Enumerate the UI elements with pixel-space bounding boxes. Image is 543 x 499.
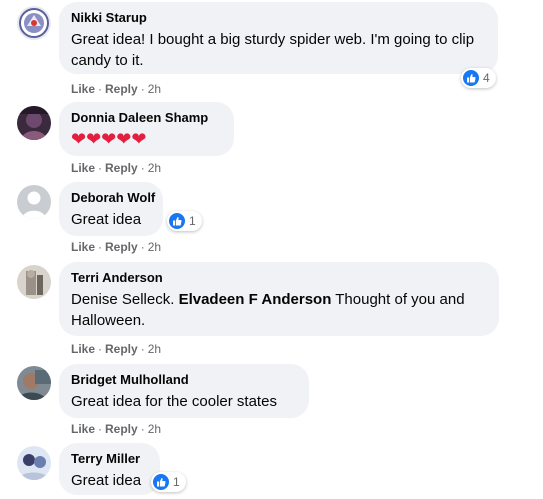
separator: · [98, 161, 103, 175]
avatar-image [17, 6, 51, 40]
separator: · [140, 422, 145, 436]
reply-link[interactable]: Reply [105, 82, 138, 96]
reaction-number: 1 [173, 475, 180, 489]
avatar[interactable] [17, 6, 51, 40]
separator: · [98, 422, 103, 436]
separator: · [140, 82, 145, 96]
reaction-number: 4 [483, 71, 490, 85]
avatar[interactable] [17, 366, 51, 400]
avatar[interactable] [17, 265, 51, 299]
comment-bubble: Deborah Wolf Great idea [59, 182, 163, 236]
separator: · [98, 82, 103, 96]
comment-actions: Like · Reply · 2h [71, 239, 161, 255]
separator: · [98, 240, 103, 254]
separator: · [140, 161, 145, 175]
timestamp[interactable]: 2h [148, 422, 161, 436]
like-link[interactable]: Like [71, 342, 95, 356]
avatar-image [17, 366, 51, 400]
timestamp[interactable]: 2h [148, 161, 161, 175]
thumbs-up-icon [169, 213, 185, 229]
comment-actions: Like · Reply · 2h [71, 81, 161, 97]
comment-text: Great idea! I bought a big sturdy spider… [71, 31, 475, 69]
comment-author[interactable]: Deborah Wolf [71, 190, 155, 206]
comment-author[interactable]: Terri Anderson [71, 270, 487, 286]
comment-bubble: Terri Anderson Denise Selleck. Elvadeen … [59, 262, 499, 336]
avatar-image [17, 265, 51, 299]
like-link[interactable]: Like [71, 161, 95, 175]
comment-text: Great idea for the cooler states [71, 393, 277, 410]
separator: · [140, 342, 145, 356]
comment-text: Denise Selleck. Elvadeen F Anderson Thou… [71, 289, 487, 331]
reaction-number: 1 [189, 214, 196, 228]
heart-emojis: ❤❤❤❤❤ [71, 129, 147, 149]
reaction-count[interactable]: 1 [167, 211, 202, 231]
comment-author[interactable]: Nikki Starup [71, 10, 486, 26]
comment-author[interactable]: Bridget Mulholland [71, 372, 297, 388]
reply-link[interactable]: Reply [105, 240, 138, 254]
comment-author[interactable]: Terry Miller [71, 451, 148, 467]
like-link[interactable]: Like [71, 422, 95, 436]
thumbs-up-icon [153, 474, 169, 490]
timestamp[interactable]: 2h [148, 342, 161, 356]
like-link[interactable]: Like [71, 240, 95, 254]
separator: · [98, 342, 103, 356]
default-avatar[interactable] [17, 185, 51, 219]
timestamp[interactable]: 2h [148, 240, 161, 254]
comment-text: Great idea [71, 211, 142, 228]
separator: · [140, 240, 145, 254]
avatar[interactable] [17, 106, 51, 140]
avatar[interactable] [17, 446, 51, 480]
comment-actions: Like · Reply · 2h [71, 341, 161, 357]
comment-text-start: Denise Selleck. [71, 291, 179, 308]
reaction-count[interactable]: 4 [461, 68, 496, 88]
avatar-image [17, 106, 51, 140]
reply-link[interactable]: Reply [105, 161, 138, 175]
comment-author[interactable]: Donnia Daleen Shamp [71, 110, 222, 126]
timestamp[interactable]: 2h [148, 82, 161, 96]
thumbs-up-icon [463, 70, 479, 86]
comment-text: Great idea [71, 472, 142, 489]
comment-bubble: Bridget Mulholland Great idea for the co… [59, 364, 309, 418]
reply-link[interactable]: Reply [105, 422, 138, 436]
comment-bubble: Terry Miller Great idea [59, 443, 160, 495]
comment-bubble: Donnia Daleen Shamp ❤❤❤❤❤ [59, 102, 234, 156]
reaction-count[interactable]: 1 [151, 472, 186, 492]
comment-actions: Like · Reply · 2h [71, 160, 161, 176]
person-silhouette-icon [17, 185, 51, 219]
like-link[interactable]: Like [71, 82, 95, 96]
mention-link[interactable]: Elvadeen F Anderson [179, 291, 332, 308]
reply-link[interactable]: Reply [105, 342, 138, 356]
comment-bubble: Nikki Starup Great idea! I bought a big … [59, 2, 498, 74]
comment-actions: Like · Reply · 2h [71, 421, 161, 437]
avatar-image [17, 446, 51, 480]
